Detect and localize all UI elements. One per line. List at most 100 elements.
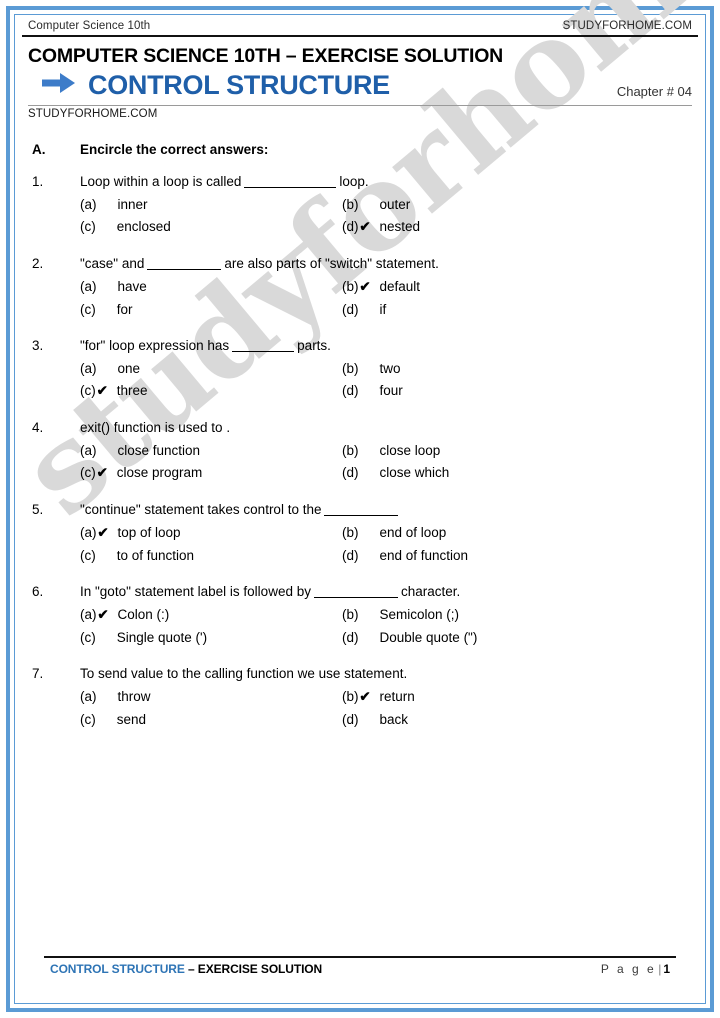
answer-blank [313, 597, 398, 598]
question-text-before: To send value to the calling function we… [80, 666, 408, 681]
option-key: (b) [342, 443, 359, 458]
option-key: (c) [80, 302, 96, 317]
option[interactable]: (d) close which [342, 465, 604, 481]
option-label: Semicolon (;) [379, 607, 460, 622]
option-correct[interactable]: (c) ✔ close program [80, 465, 342, 481]
option-label: close which [379, 465, 450, 480]
option-key: (d) [342, 465, 359, 480]
option-key: (d) [342, 712, 359, 727]
option-label: enclosed [116, 219, 171, 234]
option[interactable]: (b) close loop [342, 443, 604, 458]
option[interactable]: (d) Double quote (") [342, 630, 604, 645]
option[interactable]: (c) Single quote (') [80, 630, 342, 645]
option-label: two [379, 361, 401, 376]
question: 2. "case" and are also parts of "switch" s… [32, 256, 692, 317]
option-key: (b) [342, 361, 359, 376]
running-header-left: Computer Science 10th [28, 20, 151, 32]
option[interactable]: (c) enclosed [80, 219, 342, 235]
option[interactable]: (b) end of loop [342, 525, 604, 541]
option-correct[interactable]: (c) ✔ three [80, 383, 342, 399]
option[interactable]: (b) Semicolon (;) [342, 607, 604, 623]
correct-answer-check-icon: ✔ [96, 383, 108, 398]
site-url-line: STUDYFORHOME.COM [28, 108, 158, 120]
correct-answer-check-icon: ✔ [359, 219, 371, 234]
question-text: To send value to the calling function we… [80, 666, 692, 681]
option[interactable]: (b) outer [342, 197, 604, 212]
option-label: Double quote (") [379, 630, 478, 645]
option-label: top of loop [117, 525, 181, 540]
title-block: COMPUTER SCIENCE 10TH – EXERCISE SOLUTIO… [22, 37, 698, 120]
option-correct[interactable]: (a) ✔ top of loop [80, 525, 342, 541]
option-label: close loop [379, 443, 441, 458]
option-label: close function [117, 443, 201, 458]
option-label: end of function [379, 548, 469, 563]
options-grid: (a) inner (b) outer (c) enclosed (d) ✔ nested [32, 197, 692, 235]
option-key: (d) [342, 630, 359, 645]
option[interactable]: (a) throw [80, 689, 342, 705]
correct-answer-check-icon: ✔ [359, 689, 371, 704]
option-key: (c) [80, 465, 96, 480]
question-text-after: parts. [297, 338, 331, 353]
document-page: studyforhome.com Computer Science 10th S… [0, 0, 720, 1018]
option-row: (a) one (b) two [80, 361, 692, 376]
page-number-block: P a g e | 1 [601, 962, 670, 976]
option-key: (a) [80, 279, 97, 294]
option[interactable]: (d) if [342, 302, 604, 317]
option-key: (b) [342, 279, 359, 294]
option-correct[interactable]: (d) ✔ nested [342, 219, 604, 235]
question: 4. exit() function is used to . (a) close f… [32, 420, 692, 481]
option[interactable]: (a) close function [80, 443, 342, 458]
question-text: Loop within a loop is called loop. [80, 174, 692, 189]
page-word: P a g e [600, 962, 657, 976]
option-row: (c) Single quote (') (d) Double quote (") [80, 630, 692, 645]
chapter-row: CONTROL STRUCTURE Chapter # 04 [28, 70, 692, 101]
option-label: throw [117, 689, 151, 704]
question-number: 7. [32, 666, 44, 681]
option[interactable]: (d) end of function [342, 548, 604, 563]
option[interactable]: (b) two [342, 361, 604, 376]
question-text-before: "for" loop expression has [80, 338, 230, 353]
option[interactable]: (a) one [80, 361, 342, 376]
question-text: exit() function is used to . [80, 420, 692, 435]
questions-area: A. Encircle the correct answers: 1. Loop … [22, 120, 698, 727]
option[interactable]: (c) for [80, 302, 342, 317]
options-grid: (a) close function (b) close loop (c) ✔ close … [32, 443, 692, 481]
option-label: have [117, 279, 147, 294]
option[interactable]: (a) have [80, 279, 342, 295]
option-label: if [379, 302, 387, 317]
option-label: to of function [116, 548, 195, 563]
option[interactable]: (c) to of function [80, 548, 342, 563]
option-key: (c) [80, 548, 96, 563]
questions-list: 1. Loop within a loop is called loop. (a) in… [32, 174, 692, 727]
option-correct[interactable]: (a) ✔ Colon (:) [80, 607, 342, 623]
option-key: (c) [80, 219, 96, 234]
question-text: "for" loop expression has parts. [80, 338, 692, 353]
option-row: (a) ✔ Colon (:) (b) Semicolon (;) [80, 607, 692, 623]
question-number: 4. [32, 420, 44, 435]
option-key: (c) [80, 383, 96, 398]
answer-blank [147, 269, 222, 270]
correct-answer-check-icon: ✔ [359, 279, 371, 294]
question-text: "continue" statement takes control to th… [80, 502, 692, 517]
question: 3. "for" loop expression has parts. (a) one(… [32, 338, 692, 399]
options-grid: (a) ✔ Colon (:) (b) Semicolon (;) (c) Single q… [32, 607, 692, 645]
options-grid: (a) one (b) two (c) ✔ three (d) four [32, 361, 692, 399]
option-row: (a) have (b) ✔ default [80, 279, 692, 295]
option[interactable]: (a) inner [80, 197, 342, 212]
option-key: (d) [342, 219, 359, 234]
option-correct[interactable]: (b) ✔ return [342, 689, 604, 705]
option-correct[interactable]: (b) ✔ default [342, 279, 604, 295]
option-key: (b) [342, 525, 359, 540]
option-key: (a) [80, 689, 97, 704]
option[interactable]: (d) four [342, 383, 604, 399]
running-header: Computer Science 10th STUDYFORHOME.COM [22, 20, 698, 37]
option-row: (c) send (d) back [80, 712, 692, 727]
option-label: default [379, 279, 421, 294]
question-line: 7. To send value to the calling function … [32, 666, 692, 681]
option[interactable]: (d) back [342, 712, 604, 727]
question-number: 3. [32, 338, 44, 353]
option-row: (a) inner (b) outer [80, 197, 692, 212]
chapter-title: CONTROL STRUCTURE [88, 70, 390, 100]
page-content: Computer Science 10th STUDYFORHOME.COM C… [22, 20, 698, 998]
option[interactable]: (c) send [80, 712, 342, 727]
